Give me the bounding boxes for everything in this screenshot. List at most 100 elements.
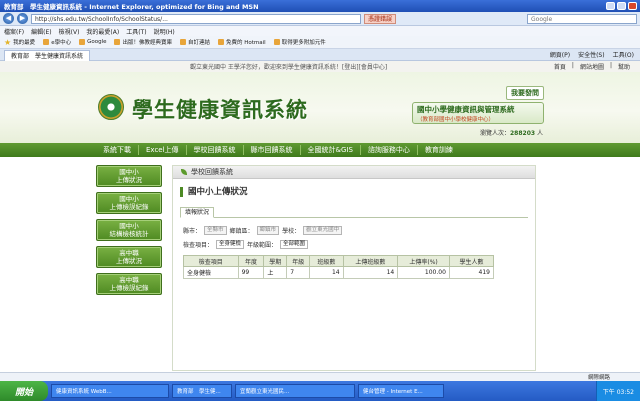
nav-excel-upload[interactable]: Excel上傳 bbox=[139, 145, 187, 155]
menu-favorites[interactable]: 我的最愛(A) bbox=[86, 27, 119, 36]
top-links-bar: 觀立東光國中 王學洋您好，歡迎來到學生健康資訊系統！[登出][會員中心] 首頁 |… bbox=[0, 61, 640, 72]
taskbar-item[interactable]: 教育部 學生健... bbox=[172, 384, 232, 398]
site-title: 學生健康資訊系統 bbox=[132, 97, 308, 122]
menu-help[interactable]: 說明(H) bbox=[154, 27, 175, 36]
star-icon: ★ bbox=[4, 37, 12, 47]
side-elementary-structure-stats[interactable]: 國中小 結構檢核統計 bbox=[96, 219, 162, 241]
fav-link[interactable]: 自訂連結 bbox=[180, 38, 210, 46]
county-select[interactable]: 全縣市 bbox=[204, 226, 227, 235]
sub-tabs: 填報狀況 bbox=[180, 207, 528, 218]
tools-menu[interactable]: 工具(O) bbox=[613, 50, 634, 59]
col-student-count: 學生人數 bbox=[448, 255, 495, 267]
window-titlebar: 教育部 學生健康資訊系統 - Internet Explorer, optimi… bbox=[0, 0, 640, 12]
platform-link[interactable]: 國中小學健康資訊與管理系統 （教育部國中小學校健康中心） bbox=[412, 102, 544, 124]
school-select[interactable]: 觀立東光國中 bbox=[303, 226, 343, 235]
fav-link[interactable]: 免費的 Hotmail bbox=[218, 38, 266, 46]
web-page: 觀立東光國中 王學洋您好，歡迎來到學生健康資訊系統！[登出][會員中心] 首頁 |… bbox=[0, 61, 640, 372]
menu-tools[interactable]: 工具(T) bbox=[126, 27, 146, 36]
taskbar-item[interactable]: 健台管理 - Internet E... bbox=[358, 384, 444, 398]
page-icon bbox=[43, 39, 50, 45]
cell-uploaded-classes: 14 bbox=[342, 266, 399, 279]
cell-grade: 7 bbox=[286, 266, 311, 279]
help-link[interactable]: 幫助 bbox=[618, 62, 630, 71]
nav-system-download[interactable]: 系統下載 bbox=[96, 145, 139, 155]
section-title: 國中小上傳狀況 bbox=[180, 187, 535, 197]
nav-county-feedback[interactable]: 縣市回饋系統 bbox=[244, 145, 301, 155]
favorites-bar: ★ 我的最愛 e學中心 Google 出版！佛教經典寶庫 自訂連結 免費的 Hot… bbox=[0, 36, 640, 49]
fav-link[interactable]: Google bbox=[79, 39, 106, 45]
certificate-error-badge[interactable]: 憑證錯誤 bbox=[364, 13, 397, 24]
maximize-button[interactable] bbox=[617, 2, 626, 10]
clock[interactable]: 下午 03:52 bbox=[603, 387, 634, 396]
fav-link[interactable]: 出版！佛教經典寶庫 bbox=[114, 38, 172, 46]
cell-upload-rate: 100.00 bbox=[397, 266, 450, 279]
panel-header: 學校回饋系統 bbox=[173, 166, 535, 179]
platform-subtitle: （教育部國中小學校健康中心） bbox=[417, 117, 495, 123]
browser-tab[interactable]: 教育部 學生健康資訊系統 bbox=[4, 49, 91, 61]
upload-status-table: 檢查項目 年度 學期 年級 班級數 上傳班級數 上傳率(%) 學生人數 全身健檢… bbox=[183, 255, 495, 279]
side-highschool-upload-status[interactable]: 高中職 上傳狀況 bbox=[96, 246, 162, 268]
side-elementary-upload-status[interactable]: 國中小 上傳狀況 bbox=[96, 165, 162, 187]
filter-row-item: 檢查項目： 全身健檢 年級範圍： 全部範圍 bbox=[183, 240, 535, 249]
item-select[interactable]: 全身健檢 bbox=[216, 240, 245, 249]
page-icon bbox=[273, 39, 280, 45]
ask-question-button[interactable]: 我要發問 bbox=[506, 86, 544, 100]
main-nav: 系統下載 Excel上傳 學校回饋系統 縣市回饋系統 全國統計&GIS 諮詢服務… bbox=[0, 143, 640, 157]
fav-link[interactable]: 取得更多附加元件 bbox=[273, 38, 326, 46]
ministry-logo bbox=[98, 94, 124, 120]
nav-school-feedback[interactable]: 學校回饋系統 bbox=[187, 145, 244, 155]
close-button[interactable] bbox=[628, 2, 637, 10]
content-area: 國中小 上傳狀況 國中小 上傳檢誤紀錄 國中小 結構檢核統計 高中職 上傳狀況 高中職上… bbox=[0, 157, 640, 372]
main-panel: 學校回饋系統 國中小上傳狀況 填報狀況 縣市： 全縣市 鄉鎮區： 鄉鎮市 學校：… bbox=[172, 165, 536, 371]
taskbar-item[interactable]: 健康資訊系統 WebB... bbox=[51, 384, 169, 398]
table-header-row: 檢查項目 年度 學期 年級 班級數 上傳班級數 上傳率(%) 學生人數 bbox=[183, 255, 495, 267]
side-highschool-upload-errors[interactable]: 高中職 上傳檢誤紀錄 bbox=[96, 273, 162, 295]
search-input[interactable]: Google bbox=[527, 13, 637, 24]
district-select[interactable]: 鄉鎮市 bbox=[256, 226, 280, 235]
back-button[interactable]: ◀ bbox=[3, 13, 14, 24]
url-input[interactable]: http://shs.edu.tw/SchoolInfo/SchoolStatu… bbox=[31, 13, 361, 24]
forward-button[interactable]: ▶ bbox=[17, 13, 28, 24]
side-nav: 國中小 上傳狀況 國中小 上傳檢誤紀錄 國中小 結構檢核統計 高中職 上傳狀況 高中職上… bbox=[96, 165, 162, 295]
page-icon bbox=[180, 39, 186, 45]
page-menu[interactable]: 網頁(P) bbox=[550, 50, 570, 59]
safety-menu[interactable]: 安全性(S) bbox=[578, 50, 605, 59]
home-link[interactable]: 首頁 bbox=[554, 62, 566, 71]
tab-fill-status[interactable]: 填報狀況 bbox=[180, 207, 215, 218]
cell-year: 99 bbox=[237, 266, 265, 279]
tab-bar: 教育部 學生健康資訊系統 網頁(P) 安全性(S) 工具(O) bbox=[0, 49, 640, 61]
window-controls bbox=[606, 2, 640, 10]
menu-edit[interactable]: 編輯(E) bbox=[31, 27, 51, 36]
start-button[interactable]: 開始 bbox=[0, 381, 48, 401]
menu-view[interactable]: 檢視(V) bbox=[59, 27, 80, 36]
filter-form: 縣市： 全縣市 鄉鎮區： 鄉鎮市 學校： 觀立東光國中 檢查項目： 全身健檢 年… bbox=[183, 226, 535, 249]
window-title: 教育部 學生健康資訊系統 - Internet Explorer, optimi… bbox=[4, 3, 259, 11]
col-semester: 學期 bbox=[263, 255, 288, 267]
fav-link[interactable]: e學中心 bbox=[43, 38, 71, 46]
welcome-text[interactable]: 觀立東光國中 王學洋您好，歡迎來到學生健康資訊系統！[登出][會員中心] bbox=[190, 62, 387, 71]
panel-title: 學校回饋系統 bbox=[191, 168, 233, 176]
side-elementary-upload-errors[interactable]: 國中小 上傳檢誤紀錄 bbox=[96, 192, 162, 214]
command-bar: 網頁(P) 安全性(S) 工具(O) bbox=[550, 50, 640, 59]
page-icon bbox=[218, 39, 225, 45]
taskbar: 開始 健康資訊系統 WebB... 教育部 學生健... 宜蘭觀立東光國民...… bbox=[0, 381, 640, 401]
favorites-button[interactable]: ★ 我的最愛 bbox=[4, 38, 35, 47]
col-upload-rate: 上傳率(%) bbox=[397, 255, 450, 267]
status-bar: 網際網路 bbox=[0, 372, 640, 381]
taskbar-item[interactable]: 宜蘭觀立東光國民... bbox=[235, 384, 355, 398]
nav-training[interactable]: 教育訓練 bbox=[418, 145, 460, 155]
visitor-counter: 瀏覽人次：288203 人 bbox=[479, 130, 543, 137]
cell-student-count: 419 bbox=[448, 266, 495, 279]
minimize-button[interactable] bbox=[606, 2, 615, 10]
col-grade: 年級 bbox=[286, 255, 311, 267]
cell-semester: 上 bbox=[263, 266, 288, 279]
menu-file[interactable]: 檔案(F) bbox=[4, 27, 24, 36]
table-row: 全身健檢 99 上 7 14 14 100.00 419 bbox=[183, 266, 495, 279]
sitemap-link[interactable]: 網站地圖 bbox=[580, 62, 604, 71]
system-tray: 下午 03:52 bbox=[595, 381, 640, 401]
cell-class-count: 14 bbox=[309, 266, 344, 279]
nav-national-stats[interactable]: 全國統計&GIS bbox=[301, 145, 361, 155]
county-label: 縣市： bbox=[183, 228, 202, 235]
year-select[interactable]: 全部範圍 bbox=[280, 240, 309, 249]
nav-consult-center[interactable]: 諮詢服務中心 bbox=[361, 145, 418, 155]
